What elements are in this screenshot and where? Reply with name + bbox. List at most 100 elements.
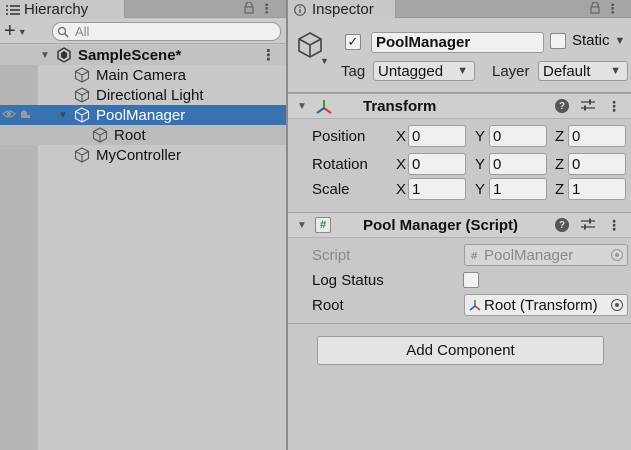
scale-z-field[interactable]: 1 — [568, 178, 626, 200]
component-menu-kebab-icon[interactable]: ⋮ — [607, 98, 621, 115]
hierarchy-item-poolmanager[interactable]: ▼ PoolManager — [0, 105, 286, 125]
root-object-field[interactable]: Root (Transform) — [464, 294, 628, 316]
scene-name: SampleScene* — [78, 46, 182, 64]
svg-text:#: # — [470, 251, 478, 262]
static-checkbox[interactable] — [550, 32, 566, 49]
position-y-field[interactable]: 0 — [489, 125, 547, 147]
static-toggle[interactable]: Static ▼ — [550, 32, 625, 49]
hierarchy-item-label: Root — [114, 126, 146, 144]
property-label: Rotation — [312, 156, 368, 173]
object-name-input[interactable]: PoolManager — [371, 32, 544, 53]
component-menu-kebab-icon[interactable]: ⋮ — [607, 217, 621, 234]
gameobject-cube-icon — [74, 87, 90, 103]
hierarchy-item-root[interactable]: Root — [0, 125, 286, 145]
help-icon[interactable]: ? — [555, 99, 569, 113]
scene-row[interactable]: ▼ SampleScene* ⋮ — [0, 45, 286, 65]
chevron-down-icon[interactable]: ▼ — [320, 56, 329, 66]
object-picker-icon[interactable] — [611, 299, 623, 311]
component-tools: ? ⋮ — [555, 217, 621, 234]
foldout-arrow-icon[interactable]: ▼ — [297, 101, 307, 112]
scale-x-field[interactable]: 1 — [408, 178, 466, 200]
foldout-arrow-icon[interactable]: ▼ — [40, 50, 52, 61]
hierarchy-toolbar: + ▼ All — [0, 19, 286, 44]
hierarchy-item-label: MyController — [96, 146, 182, 164]
help-icon[interactable]: ? — [555, 218, 569, 232]
tab-inspector-label: Inspector — [312, 0, 374, 18]
foldout-arrow-icon[interactable]: ▼ — [297, 220, 307, 231]
hierarchy-search-input[interactable]: All — [52, 22, 281, 41]
layer-dropdown[interactable]: Default ▼ — [538, 61, 628, 81]
search-icon — [57, 26, 69, 38]
gameobject-cube-icon — [74, 107, 90, 123]
script-object-field: # PoolManager — [464, 244, 628, 266]
transform-axes-icon — [315, 98, 333, 116]
inspector-panel: Inspector ⋮ ▼ ✓ PoolManager Static ▼ Tag… — [288, 0, 631, 450]
plus-icon: + — [4, 20, 16, 42]
static-label: Static — [572, 32, 610, 49]
add-component-button[interactable]: Add Component — [317, 336, 604, 365]
axis-x-label[interactable]: X — [396, 181, 406, 198]
tab-hierarchy-label: Hierarchy — [24, 0, 89, 18]
lock-icon[interactable] — [590, 0, 600, 17]
script-label: Script — [312, 247, 351, 264]
gameobject-cube-icon[interactable] — [296, 31, 324, 59]
axis-z-label[interactable]: Z — [555, 128, 564, 145]
hierarchy-item-label: PoolManager — [96, 106, 186, 124]
axis-x-label[interactable]: X — [396, 128, 406, 145]
tag-value: Untagged — [378, 62, 444, 80]
axis-z-label[interactable]: Z — [555, 156, 564, 173]
rotation-z-field[interactable]: 0 — [568, 153, 626, 175]
presets-sliders-icon[interactable] — [581, 98, 595, 114]
root-row: Root Root (Transform) — [288, 294, 631, 318]
divider — [288, 323, 631, 324]
presets-sliders-icon[interactable] — [581, 217, 595, 233]
hierarchy-item-mycontroller[interactable]: MyController — [0, 145, 286, 165]
create-button[interactable]: + ▼ — [4, 20, 36, 42]
tab-menu-kebab-icon[interactable]: ⋮ — [606, 1, 619, 17]
axis-y-label[interactable]: Y — [475, 181, 485, 198]
tab-inspector[interactable]: Inspector — [288, 0, 396, 18]
transform-row-rotation: Rotation X 0 Y 0 Z 0 — [288, 153, 631, 177]
checkmark-icon: ✓ — [347, 34, 359, 49]
script-component-title: Pool Manager (Script) — [363, 216, 519, 234]
scene-menu-kebab-icon[interactable]: ⋮ — [261, 46, 276, 64]
transform-component-header[interactable]: ▼ Transform ? ⋮ — [288, 93, 631, 119]
transform-axes-icon — [469, 298, 481, 312]
scale-y-field[interactable]: 1 — [489, 178, 547, 200]
root-value: Root (Transform) — [484, 296, 598, 314]
axis-x-label[interactable]: X — [396, 156, 406, 173]
chevron-down-icon: ▼ — [457, 65, 468, 77]
visibility-eye-icon[interactable] — [2, 108, 32, 123]
hierarchy-item-label: Directional Light — [96, 86, 204, 104]
search-placeholder: All — [75, 24, 90, 39]
hierarchy-item-main-camera[interactable]: Main Camera — [0, 65, 286, 85]
axis-y-label[interactable]: Y — [475, 128, 485, 145]
axis-z-label[interactable]: Z — [555, 181, 564, 198]
object-picker-icon — [611, 249, 623, 261]
position-z-field[interactable]: 0 — [568, 125, 626, 147]
gameobject-cube-icon — [74, 147, 90, 163]
lock-icon[interactable] — [244, 0, 254, 17]
unity-scene-icon — [56, 47, 72, 63]
hierarchy-tabbar: Hierarchy ⋮ — [0, 0, 286, 18]
script-value: PoolManager — [484, 246, 574, 264]
rotation-y-field[interactable]: 0 — [489, 153, 547, 175]
rotation-x-field[interactable]: 0 — [408, 153, 466, 175]
axis-y-label[interactable]: Y — [475, 156, 485, 173]
tab-menu-kebab-icon[interactable]: ⋮ — [260, 1, 273, 17]
log-status-checkbox[interactable] — [463, 272, 479, 288]
log-status-row: Log Status — [288, 269, 631, 293]
active-checkbox[interactable]: ✓ — [345, 34, 361, 50]
list-icon — [6, 3, 20, 15]
hierarchy-item-directional-light[interactable]: Directional Light — [0, 85, 286, 105]
property-label: Scale — [312, 181, 350, 198]
script-hash-icon[interactable]: # — [315, 217, 331, 233]
property-label: Position — [312, 128, 366, 145]
tag-dropdown[interactable]: Untagged ▼ — [373, 61, 475, 81]
tab-hierarchy[interactable]: Hierarchy — [0, 0, 125, 18]
chevron-down-icon[interactable]: ▼ — [615, 35, 626, 47]
position-x-field[interactable]: 0 — [408, 125, 466, 147]
foldout-arrow-icon[interactable]: ▼ — [58, 110, 70, 121]
hierarchy-tab-tools: ⋮ — [244, 0, 273, 18]
script-component-header[interactable]: ▼ # Pool Manager (Script) ? ⋮ — [288, 212, 631, 238]
